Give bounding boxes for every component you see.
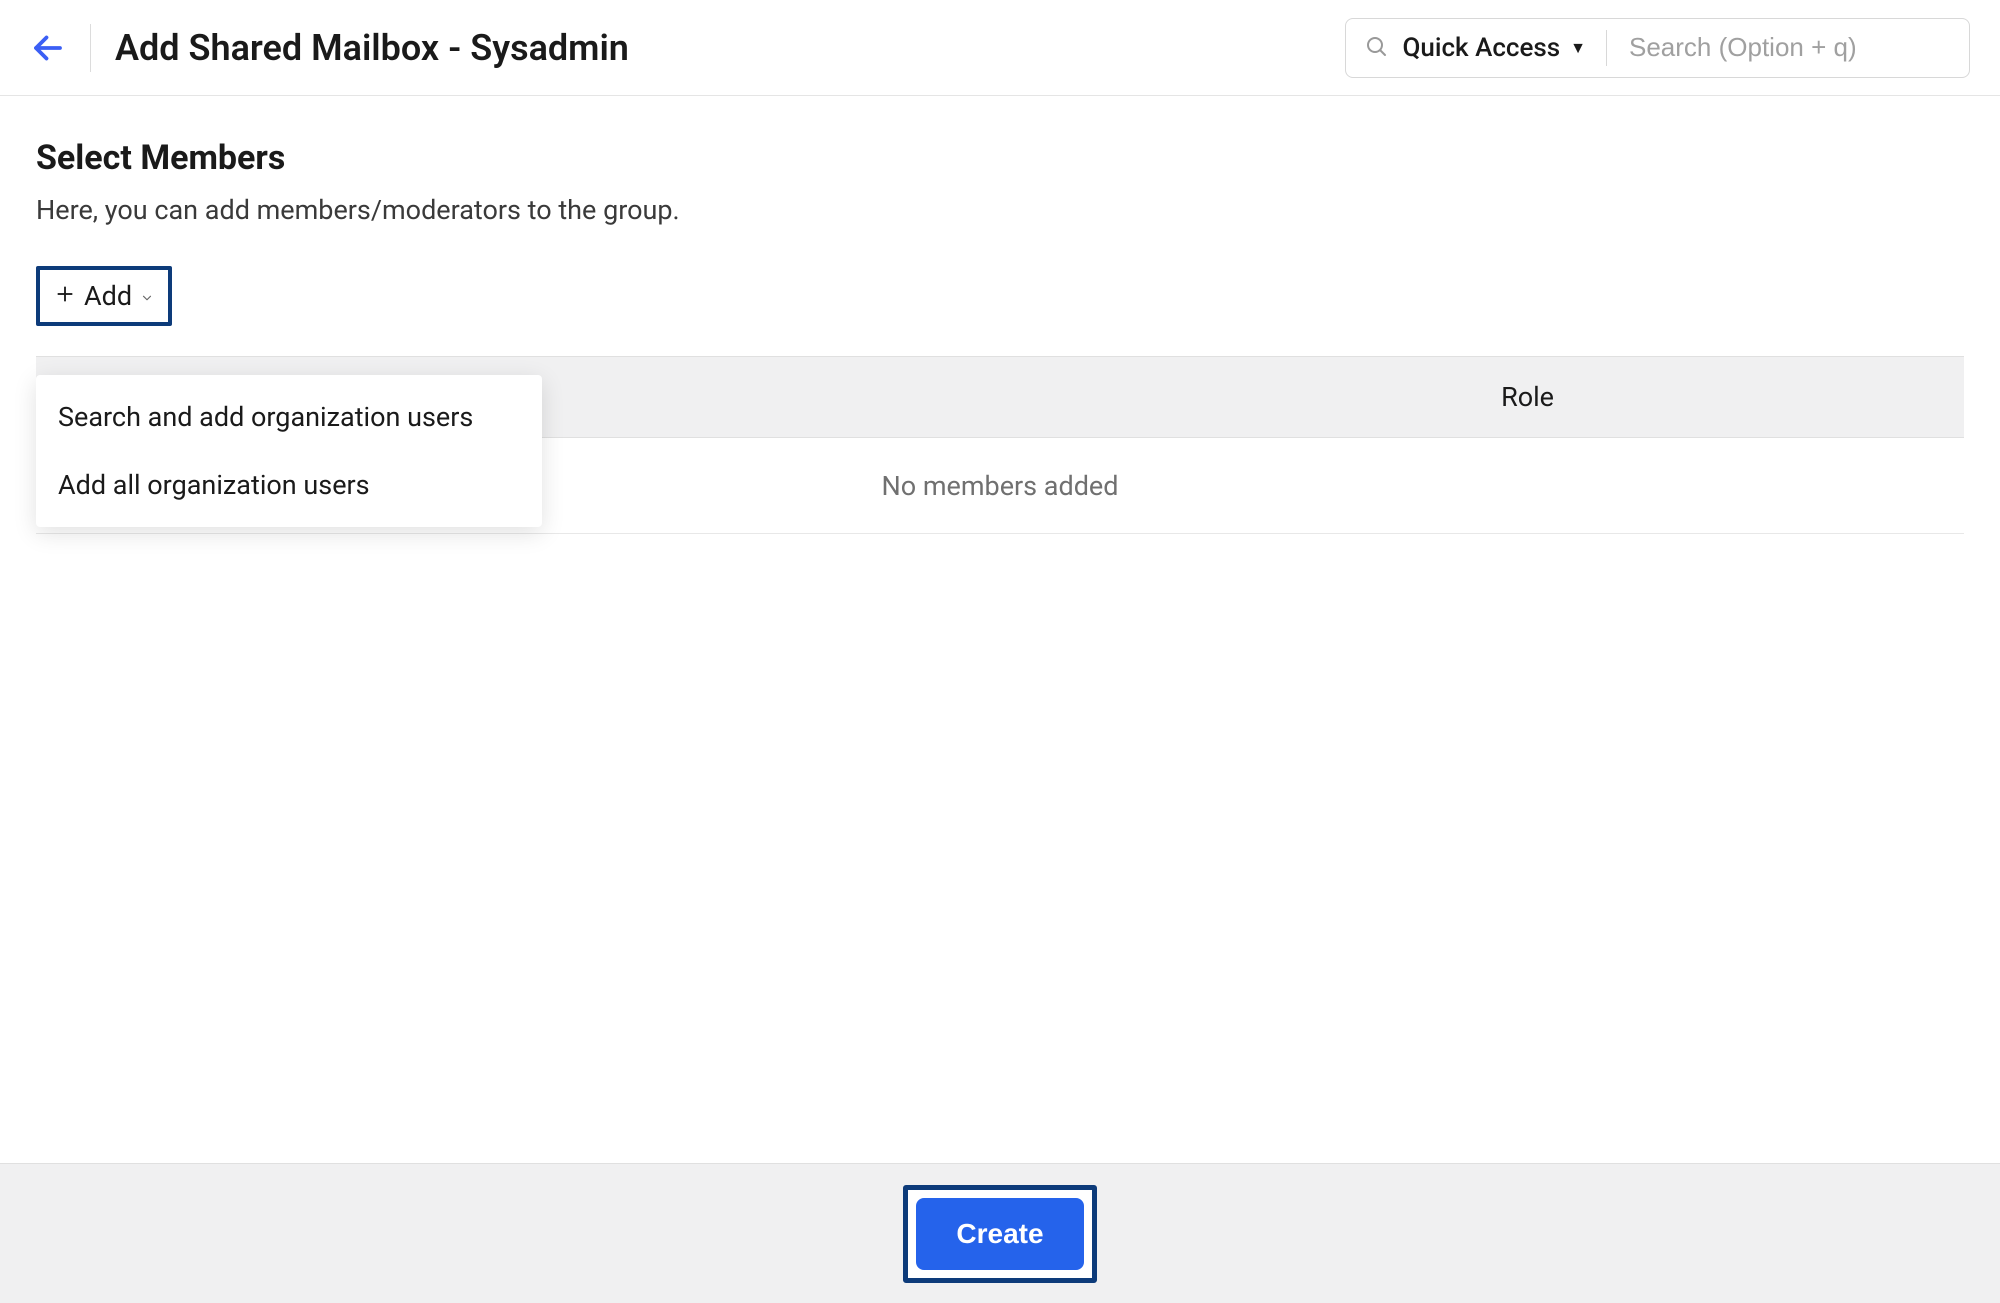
plus-icon xyxy=(54,280,76,312)
quick-access-dropdown[interactable]: Quick Access ▼ xyxy=(1402,33,1606,63)
header-right: Quick Access ▼ xyxy=(1345,18,1970,78)
add-button-label: Add xyxy=(84,280,132,312)
empty-state-text: No members added xyxy=(882,470,1119,502)
create-button[interactable]: Create xyxy=(916,1198,1083,1270)
page-header: Add Shared Mailbox - Sysadmin Quick Acce… xyxy=(0,0,2000,96)
search-icon xyxy=(1364,34,1388,62)
back-arrow-icon[interactable] xyxy=(30,30,66,66)
add-button[interactable]: Add xyxy=(40,270,168,322)
caret-down-icon: ▼ xyxy=(1570,38,1586,58)
dropdown-item-add-all[interactable]: Add all organization users xyxy=(36,451,542,519)
dropdown-item-search-add[interactable]: Search and add organization users xyxy=(36,383,542,451)
search-input[interactable] xyxy=(1611,32,1951,63)
section-description: Here, you can add members/moderators to … xyxy=(36,194,1964,226)
chevron-down-icon xyxy=(140,280,154,312)
create-button-highlight: Create xyxy=(903,1185,1096,1283)
add-button-highlight: Add xyxy=(36,266,172,326)
header-left: Add Shared Mailbox - Sysadmin xyxy=(30,24,629,72)
page-title: Add Shared Mailbox - Sysadmin xyxy=(115,27,629,69)
add-dropdown-menu: Search and add organization users Add al… xyxy=(36,375,542,527)
header-divider xyxy=(90,24,91,72)
quick-access-label: Quick Access xyxy=(1402,33,1560,63)
column-header-role: Role xyxy=(1501,381,1554,413)
search-divider xyxy=(1606,30,1607,66)
search-container: Quick Access ▼ xyxy=(1345,18,1970,78)
page-footer: Create xyxy=(0,1163,2000,1303)
section-title: Select Members xyxy=(36,138,1964,178)
